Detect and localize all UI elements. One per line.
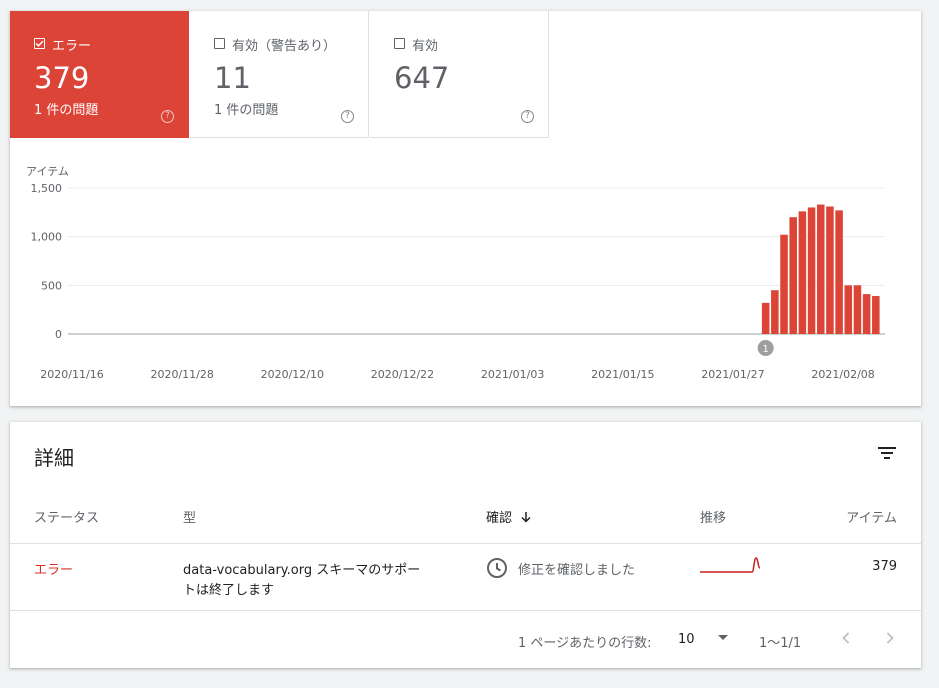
chevron-right-icon[interactable] <box>880 628 900 648</box>
help-icon[interactable]: ? <box>341 110 354 123</box>
column-header-type[interactable]: 型 <box>183 507 196 526</box>
chart-bar <box>798 211 807 334</box>
y-tick-label: 0 <box>55 328 62 341</box>
row-type-line1: data-vocabulary.org スキーマのサポー <box>183 563 421 578</box>
help-icon[interactable]: ? <box>161 110 174 123</box>
summary-chart-card: エラー 379 1 件の問題 ? 有効（警告あり） 11 1 件の問題 ? 有効… <box>10 11 921 406</box>
tile-label: 有効 <box>412 39 439 54</box>
rows-per-page-select[interactable]: 10 <box>678 632 729 647</box>
row-type-line2: トは終了します <box>183 583 275 598</box>
x-tick-label: 2021/01/03 <box>481 368 544 381</box>
x-tick-label: 2021/01/27 <box>701 368 764 381</box>
tile-label: エラー <box>52 39 92 54</box>
y-tick-label: 500 <box>41 279 62 292</box>
row-validation: 修正を確認しました <box>518 563 636 578</box>
column-header-trend[interactable]: 推移 <box>700 507 726 526</box>
row-status: エラー <box>34 563 74 578</box>
checkbox-icon[interactable] <box>214 38 225 49</box>
y-axis-label: アイテム <box>26 165 69 178</box>
chart-bar <box>807 207 816 334</box>
tile-subtext: 1 件の問題 <box>214 103 279 118</box>
pagination-range: 1〜1/1 <box>759 636 802 651</box>
y-tick-label: 1,500 <box>31 182 63 195</box>
rows-per-page-value: 10 <box>678 632 695 647</box>
x-tick-label: 2020/11/28 <box>150 368 213 381</box>
tile-value: 11 <box>214 61 251 95</box>
chart-bar <box>853 285 862 334</box>
column-header-validation-label: 確認 <box>486 511 513 526</box>
trend-sparkline <box>700 557 761 573</box>
chevron-left-icon[interactable] <box>836 628 856 648</box>
details-card: 詳細 ステータス 型 確認 推移 アイテム エラー data-vocabular… <box>10 422 921 668</box>
chart-bar <box>872 296 880 334</box>
chart-bar <box>835 210 843 334</box>
clock-icon <box>487 558 507 578</box>
x-tick-label: 2020/12/10 <box>261 368 324 381</box>
chart-bar <box>761 302 770 334</box>
divider <box>10 543 921 544</box>
row-items: 379 <box>872 559 897 574</box>
dropdown-arrow-icon <box>717 635 728 640</box>
items-bar-chart: アイテム 1,500 1,000 500 0 2020/11/16 2020/11/28 20… <box>26 165 885 381</box>
chart-bar <box>789 217 797 334</box>
x-tick-label: 2021/02/08 <box>811 368 874 381</box>
tile-error[interactable]: エラー 379 1 件の問題 ? <box>10 11 189 138</box>
filter-icon[interactable] <box>877 444 897 462</box>
y-tick-label: 1,000 <box>31 231 63 244</box>
checkbox-icon[interactable] <box>394 38 405 49</box>
chart-bar <box>844 285 853 334</box>
chart-bar <box>780 234 788 334</box>
x-tick-label: 2020/12/22 <box>371 368 434 381</box>
column-header-status[interactable]: ステータス <box>34 507 99 526</box>
arrow-down-icon <box>521 512 531 523</box>
tile-subtext: 1 件の問題 <box>34 103 99 118</box>
column-header-validation[interactable]: 確認 <box>486 507 532 526</box>
tile-value: 647 <box>394 61 450 95</box>
divider <box>10 610 921 611</box>
checkbox-checked-icon[interactable] <box>34 38 45 49</box>
tile-valid[interactable]: 有効 647 ? <box>370 11 549 138</box>
column-header-items[interactable]: アイテム <box>846 507 897 526</box>
chart-bar <box>816 204 825 334</box>
tile-value: 379 <box>34 61 90 95</box>
annotation-label: 1 <box>762 344 768 355</box>
rows-per-page-label: 1 ページあたりの行数: <box>518 636 652 651</box>
tile-label: 有効（警告あり） <box>232 39 337 54</box>
x-tick-label: 2020/11/16 <box>40 368 103 381</box>
chart-bar <box>771 290 779 334</box>
chart-bar <box>862 294 871 334</box>
chart-bar <box>826 206 834 334</box>
help-icon[interactable]: ? <box>521 110 534 123</box>
tile-valid-with-warnings[interactable]: 有効（警告あり） 11 1 件の問題 ? <box>190 11 369 138</box>
details-title: 詳細 <box>34 446 74 470</box>
x-tick-label: 2021/01/15 <box>591 368 654 381</box>
